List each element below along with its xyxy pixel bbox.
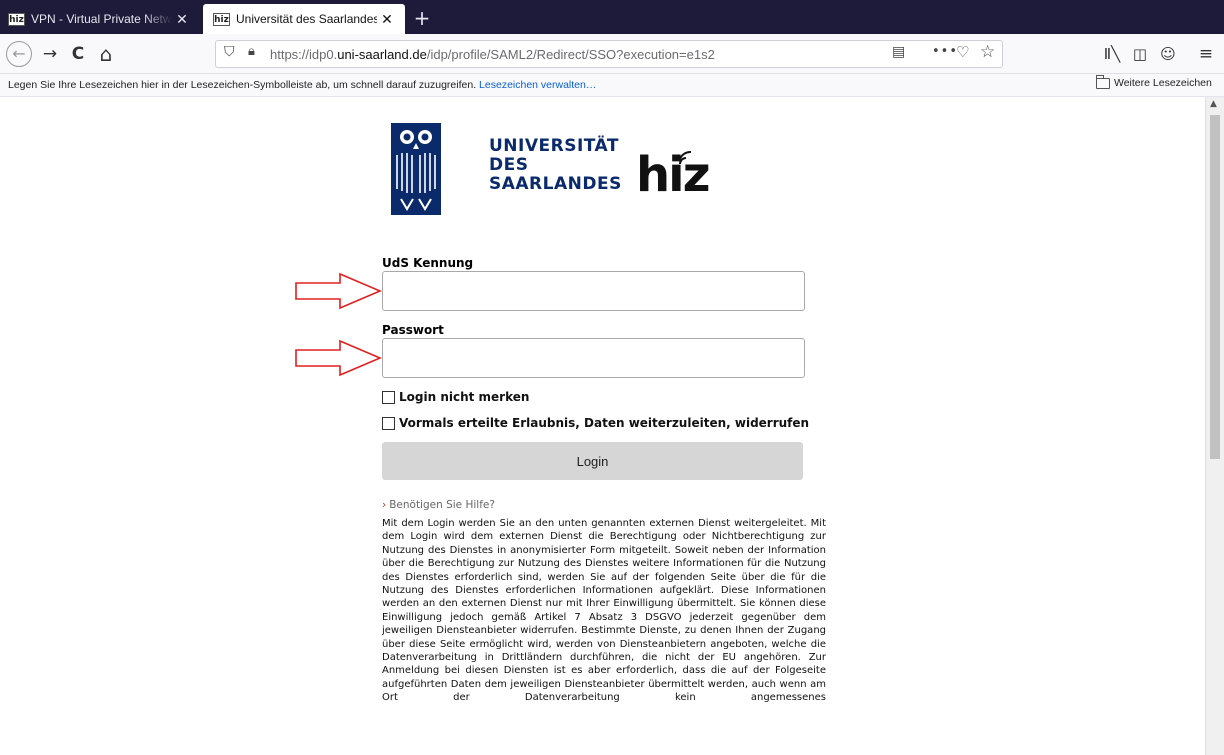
reload-button[interactable]: C: [66, 42, 90, 66]
username-label: UdS Kennung: [382, 256, 474, 270]
annotation-arrow-icon: [295, 339, 382, 377]
other-bookmarks-button[interactable]: Weitere Lesezeichen: [1096, 74, 1212, 89]
signal-waves-icon: [679, 150, 692, 165]
page-actions-icon[interactable]: •••: [932, 44, 958, 59]
menu-icon[interactable]: ≡: [1194, 42, 1218, 66]
login-button[interactable]: Login: [382, 442, 803, 480]
pocket-icon[interactable]: ♡: [956, 43, 969, 61]
password-input[interactable]: [382, 338, 805, 378]
account-icon[interactable]: ☺: [1156, 42, 1180, 66]
tab-universitaet[interactable]: hiz Universität des Saarlandes ✕: [203, 4, 405, 34]
tab-title: Universität des Saarlandes: [236, 12, 377, 26]
close-tab-icon[interactable]: ✕: [172, 11, 192, 28]
lock-icon[interactable]: 🔒︎: [248, 44, 255, 59]
folder-icon: [1096, 74, 1110, 89]
bookmark-star-icon[interactable]: ☆: [980, 42, 995, 62]
password-label: Passwort: [382, 323, 444, 337]
annotation-arrow-icon: [295, 272, 382, 310]
sidebar-icon[interactable]: ◫: [1128, 42, 1152, 66]
shield-icon[interactable]: ⛉: [224, 44, 235, 60]
manage-bookmarks-link[interactable]: Lesezeichen verwalten…: [479, 79, 596, 91]
university-name: UNIVERSITÄT DES SAARLANDES: [489, 136, 622, 194]
revoke-consent-checkbox[interactable]: [382, 416, 395, 430]
remember-login-row[interactable]: Login nicht merken: [382, 390, 529, 404]
scroll-up-icon[interactable]: ▲: [1210, 99, 1217, 109]
home-button[interactable]: ⌂: [94, 42, 118, 66]
page-content: UNIVERSITÄT DES SAARLANDES hiz UdS Kennu…: [0, 97, 1205, 755]
back-button[interactable]: ←: [6, 41, 32, 67]
remember-login-checkbox[interactable]: [382, 390, 395, 404]
help-link[interactable]: › Benötigen Sie Hilfe?: [382, 499, 495, 511]
new-tab-button[interactable]: +: [410, 6, 434, 30]
tab-vpn[interactable]: hiz VPN - Virtual Private Network - ✕: [0, 4, 200, 34]
bookmarks-toolbar: Legen Sie Ihre Lesezeichen hier in der L…: [0, 74, 1224, 97]
privacy-info-text: Mit dem Login werden Sie an den unten ge…: [382, 518, 826, 704]
hiz-favicon-icon: hiz: [8, 12, 25, 26]
bookmarks-hint: Legen Sie Ihre Lesezeichen hier in der L…: [8, 79, 597, 91]
url-bar[interactable]: ⛉ 🔒︎ https://idp0.uni-saarland.de/idp/pr…: [215, 40, 1003, 68]
navigation-toolbar: ← → C ⌂ ⛉ 🔒︎ https://idp0.uni-saarland.d…: [0, 34, 1224, 74]
tab-bar: hiz VPN - Virtual Private Network - ✕ hi…: [0, 0, 1224, 34]
chevron-right-icon: ›: [382, 499, 387, 511]
tab-title: VPN - Virtual Private Network -: [31, 12, 172, 26]
username-input[interactable]: [382, 271, 805, 311]
scrollbar-thumb[interactable]: [1210, 115, 1220, 459]
revoke-consent-row[interactable]: Vormals erteilte Erlaubnis, Daten weiter…: [382, 416, 809, 430]
university-seal-icon: [391, 123, 441, 215]
vertical-scrollbar[interactable]: ▲: [1205, 97, 1224, 755]
forward-button[interactable]: →: [38, 42, 62, 66]
url-text[interactable]: https://idp0.uni-saarland.de/idp/profile…: [270, 47, 715, 62]
hiz-favicon-icon: hiz: [213, 12, 230, 26]
library-icon[interactable]: Ⅱ╲: [1100, 42, 1124, 66]
close-tab-icon[interactable]: ✕: [377, 11, 397, 28]
reader-view-icon[interactable]: ▤: [892, 44, 905, 60]
